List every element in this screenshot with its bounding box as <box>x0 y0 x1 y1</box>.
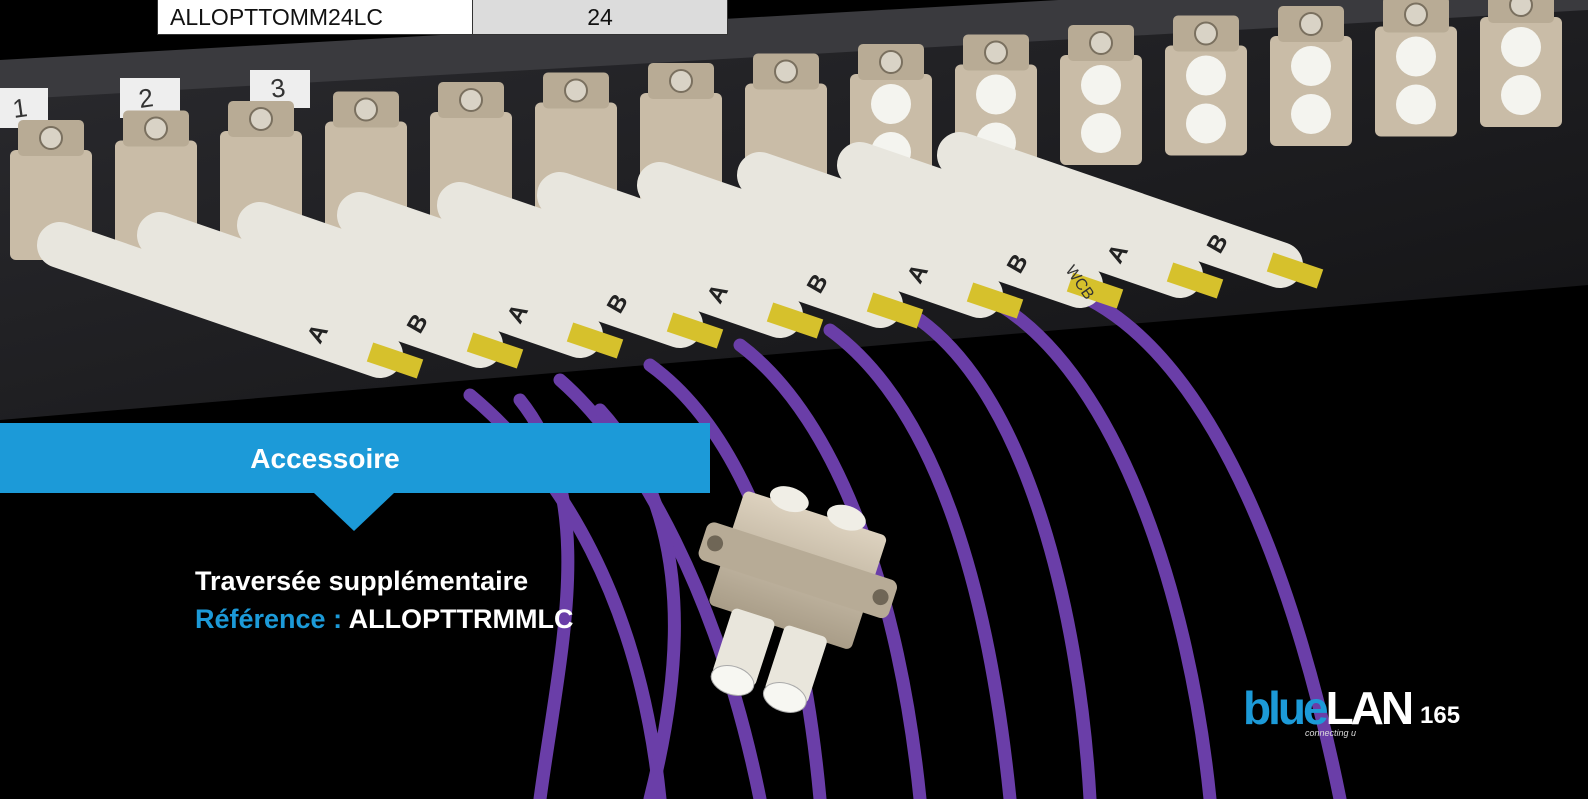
table-cell-quantity: 24 <box>472 0 728 35</box>
lc-adapter <box>1375 0 1457 137</box>
fiber-patch-panel-photo: 1 2 3 A B A B A B A B A BWCB <box>0 0 1588 799</box>
lc-adapter <box>1480 0 1562 127</box>
accessory-banner: Accessoire <box>0 423 710 531</box>
logo-tagline: connecting u <box>1305 728 1357 738</box>
lc-adapter <box>1165 15 1247 156</box>
bluelan-logo: blueLAN connecting u <box>1243 682 1414 740</box>
table-row: ALLOPTTOMM24LC 24 <box>157 0 728 35</box>
product-spec-table: ALLOPTTOMM24LC 24 <box>157 0 728 35</box>
accessory-description: Traversée supplémentaire Référence : ALL… <box>195 562 574 638</box>
reference-value: ALLOPTTRMMLC <box>348 604 574 634</box>
table-cell-reference: ALLOPTTOMM24LC <box>157 0 473 35</box>
banner-pointer <box>314 493 394 531</box>
logo-part-lan: LAN <box>1325 682 1415 734</box>
accessory-name: Traversée supplémentaire <box>195 566 529 596</box>
banner-title: Accessoire <box>250 443 400 474</box>
accessory-reference: Référence : ALLOPTTRMMLC <box>195 600 574 638</box>
lc-adapter <box>1060 25 1142 165</box>
logo-part-blue: blue <box>1243 682 1329 734</box>
lc-adapter <box>1270 6 1352 146</box>
purple-fiber-cables <box>463 288 1347 799</box>
page-number: 165 <box>1420 702 1461 729</box>
reference-label: Référence : <box>195 604 343 634</box>
